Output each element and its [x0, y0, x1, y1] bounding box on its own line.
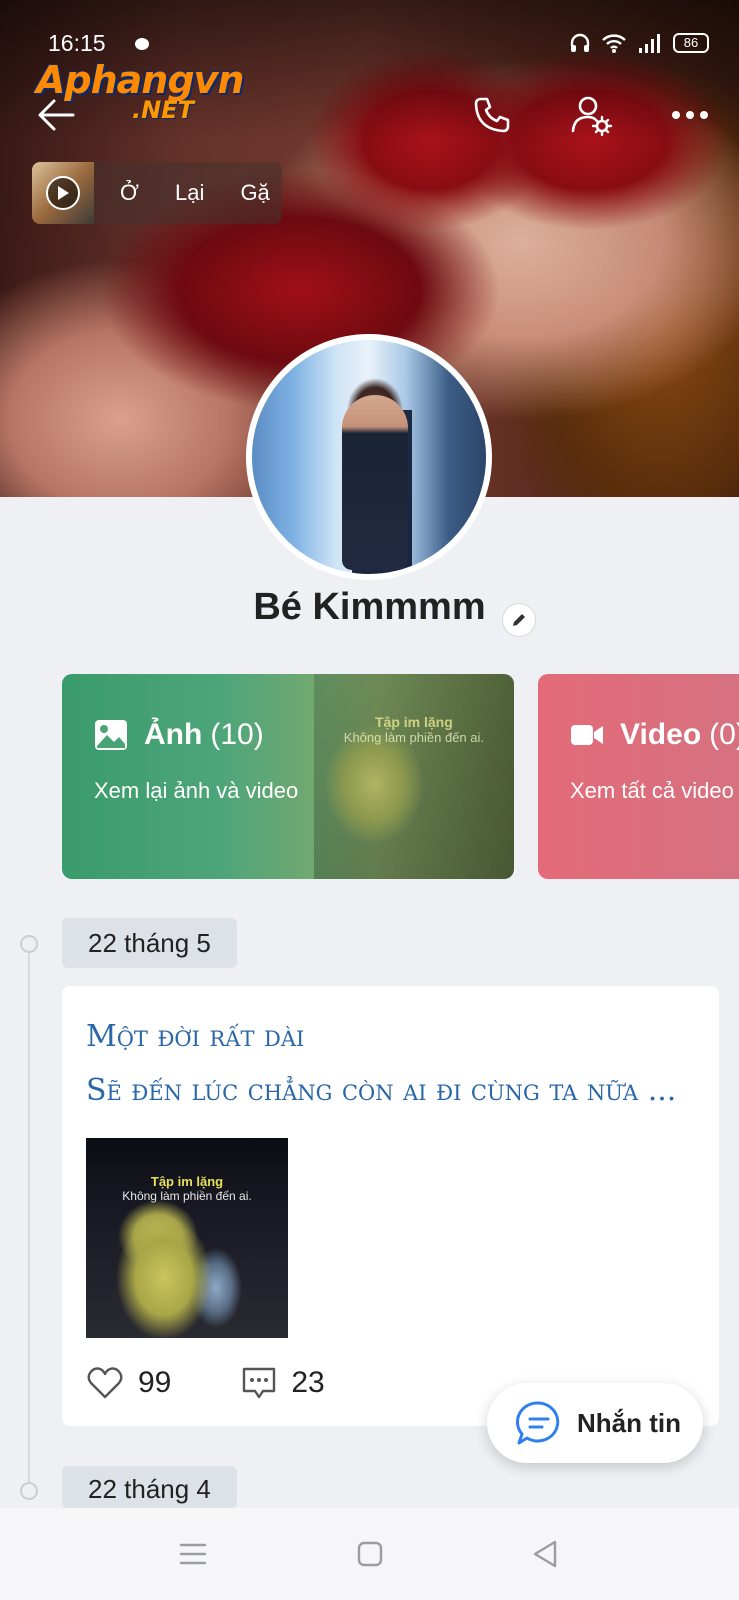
chat-bubble-icon [515, 1401, 560, 1445]
videos-card-subtitle: Xem tất cả video [570, 778, 734, 803]
timeline-dot [20, 1482, 38, 1500]
photos-card-header: Ảnh (10) [94, 718, 264, 752]
home-button[interactable] [350, 1534, 390, 1574]
like-count: 99 [138, 1366, 172, 1399]
pencil-icon [513, 614, 525, 626]
notification-dot-icon [135, 38, 149, 50]
music-title: Ở Lại Gặp [120, 180, 270, 205]
videos-card-header: Video (0) [570, 718, 739, 752]
comment-button[interactable]: 23 [241, 1366, 325, 1400]
status-icons: 86 [569, 32, 709, 54]
arrow-left-icon [38, 99, 75, 131]
photos-card-title: Ảnh [144, 718, 203, 751]
profile-settings-button[interactable] [565, 88, 619, 142]
headset-icon [570, 33, 590, 52]
heart-icon [87, 1367, 123, 1399]
post-image[interactable]: Tập im lặng Không làm phiền đến ai. [86, 1138, 288, 1338]
like-button[interactable]: 99 [86, 1366, 171, 1400]
menu-lines-icon [179, 1543, 207, 1565]
wifi-icon [602, 34, 626, 53]
call-button[interactable] [465, 88, 519, 142]
videos-card-title: Video [620, 718, 702, 751]
system-nav-bar [0, 1508, 739, 1600]
message-button-label: Nhắn tin [577, 1407, 681, 1438]
post-text: Một đời rất dài Sẽ đến lúc chẳng còn ai … [86, 1010, 706, 1118]
post-text-line: Sẽ đến lúc chẳng còn ai đi cùng ta nữa .… [86, 1073, 677, 1108]
timeline-line [28, 944, 30, 1494]
status-time: 16:15 [48, 30, 106, 56]
more-options-button[interactable] [663, 88, 717, 142]
photos-card-count: (10) [210, 718, 264, 751]
back-button[interactable] [30, 88, 84, 142]
system-back-button[interactable] [525, 1534, 565, 1574]
edit-name-button[interactable] [502, 603, 536, 637]
status-bar: 16:15 86 [0, 28, 739, 62]
battery-icon: 86 [673, 33, 709, 53]
video-camera-icon [571, 725, 603, 745]
comment-icon [243, 1367, 276, 1399]
avatar[interactable] [246, 334, 492, 580]
message-button[interactable]: Nhắn tin [487, 1383, 703, 1463]
profile-music-chip[interactable]: Ở Lại Gặp [32, 162, 282, 224]
photos-card[interactable]: Tập im lặng Không làm phiền đến ai. Ảnh … [62, 674, 514, 879]
avatar-figure [342, 395, 408, 570]
timeline-dot [20, 935, 38, 953]
image-icon [95, 720, 127, 750]
more-dots-icon [672, 111, 708, 119]
watermark-sub: .NET [132, 96, 194, 124]
date-chip: 22 tháng 5 [62, 918, 237, 968]
profile-name: Bé Kimmmm [253, 586, 486, 628]
photos-card-bg-caption: Tập im lặng Không làm phiền đến ai. [343, 714, 484, 745]
phone-icon [474, 97, 510, 133]
comment-count: 23 [291, 1366, 325, 1399]
triangle-back-icon [533, 1540, 557, 1568]
post-stats: 99 23 [86, 1366, 325, 1400]
videos-card[interactable]: Video (0) Xem tất cả video [538, 674, 739, 879]
videos-card-count: (0) [709, 718, 739, 751]
play-icon[interactable] [46, 176, 80, 210]
post-card[interactable]: Một đời rất dài Sẽ đến lúc chẳng còn ai … [62, 986, 719, 1426]
signal-icon [639, 34, 660, 53]
photos-card-background [314, 674, 514, 879]
post-text-line: Một đời rất dài [86, 1019, 305, 1054]
date-chip: 22 tháng 4 [62, 1466, 237, 1508]
square-icon [357, 1541, 383, 1567]
post-image-caption: Tập im lặng Không làm phiền đến ai. [122, 1174, 252, 1203]
photos-card-subtitle: Xem lại ảnh và video [94, 778, 299, 803]
recent-apps-button[interactable] [173, 1534, 213, 1574]
user-gear-icon [571, 96, 613, 137]
music-thumbnail [32, 162, 94, 224]
